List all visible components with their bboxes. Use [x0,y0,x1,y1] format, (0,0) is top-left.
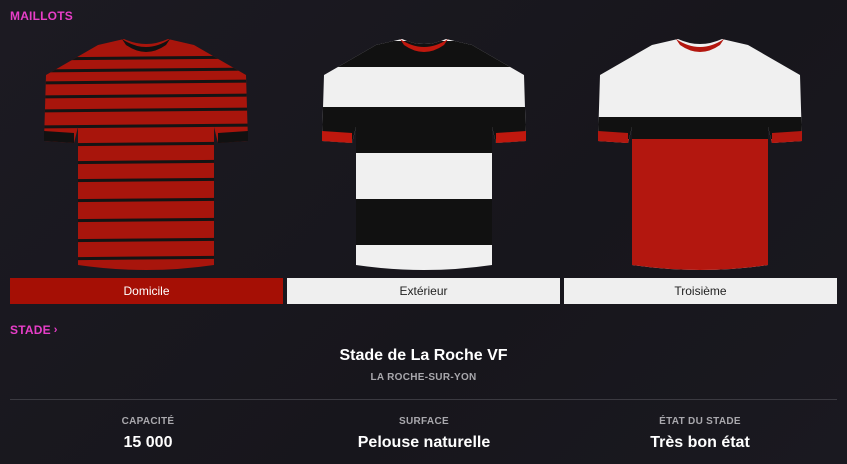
third-kit-image[interactable] [590,35,810,270]
stat-value: 15 000 [123,434,173,451]
stat-label: SURFACE [399,416,449,427]
stadium-city: LA ROCHE-SUR-YON [370,372,477,383]
stat-value: Pelouse naturelle [357,434,491,451]
third-kit-button[interactable]: Troisième [564,278,837,304]
home-kit-button[interactable]: Domicile [10,278,283,304]
stat-label: CAPACITÉ [121,416,175,427]
chevron-right-icon: › [53,324,58,336]
away-kit-image[interactable] [314,35,534,270]
stadium-section-link[interactable]: STADE › [10,323,58,337]
divider [10,399,837,400]
stadium-section-title: STADE [10,323,51,337]
away-shirt-icon [322,39,526,270]
away-kit-button[interactable]: Extérieur [287,278,560,304]
stadium-name: Stade de La Roche VF [339,347,508,364]
home-kit-image[interactable] [36,35,256,270]
stat-label: ÉTAT DU STADE [659,416,741,427]
stat-condition: ÉTAT DU STADE Très bon état [560,416,840,452]
third-shirt-icon [598,39,802,270]
stat-surface: SURFACE Pelouse naturelle [284,416,564,452]
stat-value: Très bon état [650,434,750,451]
kits-section-title: MAILLOTS [10,9,73,23]
stat-capacity: CAPACITÉ 15 000 [8,416,288,452]
home-shirt-icon [44,39,248,270]
